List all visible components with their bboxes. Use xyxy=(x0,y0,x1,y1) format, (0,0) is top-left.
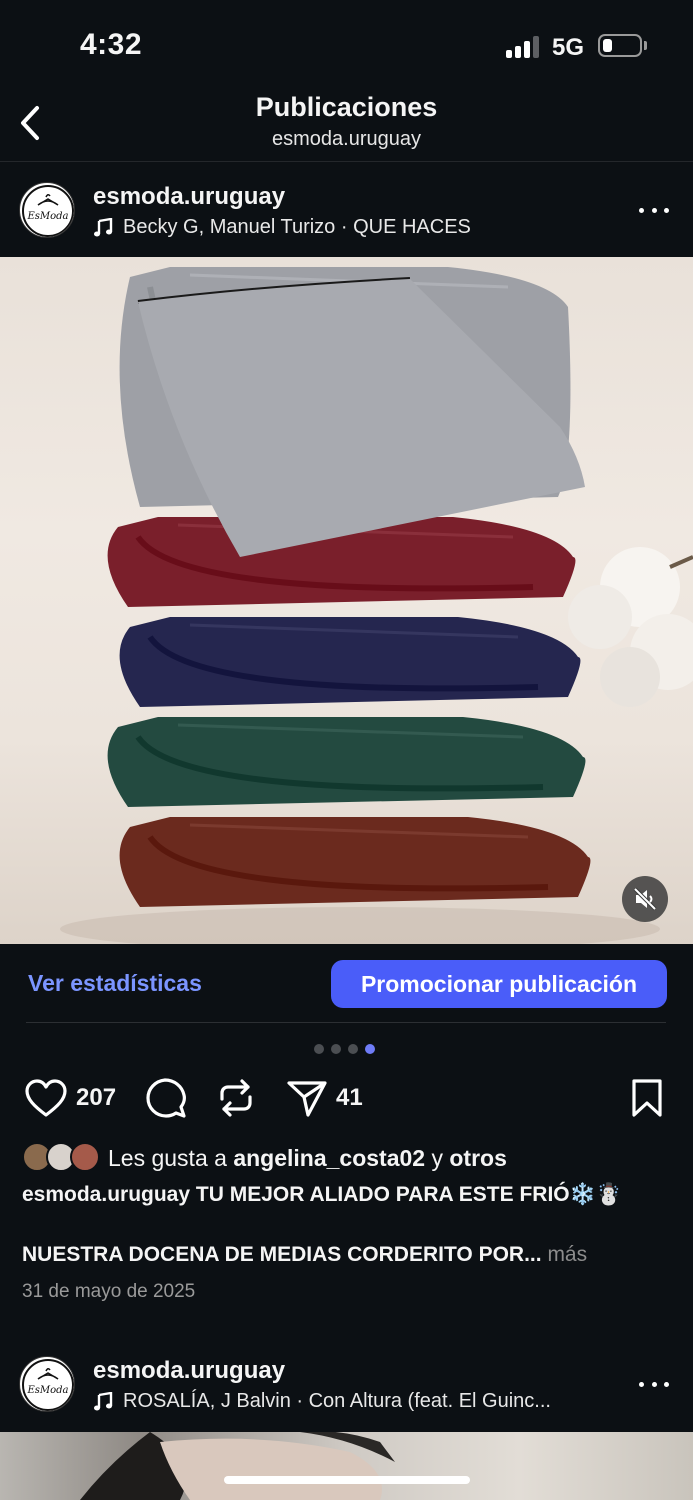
caption-username[interactable]: esmoda.uruguay xyxy=(22,1183,190,1206)
more-options-button[interactable] xyxy=(634,1372,674,1396)
repost-button[interactable] xyxy=(217,1075,255,1121)
avatar[interactable]: EsModa xyxy=(19,182,75,238)
post-username[interactable]: esmoda.uruguay xyxy=(93,183,285,211)
status-bar: 4:32 5G xyxy=(0,0,693,90)
caption: esmoda.uruguay TU MEJOR ALIADO PARA ESTE… xyxy=(22,1180,672,1210)
more-dots-icon xyxy=(639,207,644,213)
next-post-image xyxy=(80,1432,395,1500)
comment-button[interactable] xyxy=(145,1075,187,1121)
liked-by-line[interactable]: Les gusta a angelina_costa02 y otros xyxy=(22,1140,507,1176)
view-insights-link[interactable]: Ver estadísticas xyxy=(28,970,202,997)
signal-icon xyxy=(506,36,542,58)
bookmark-icon xyxy=(632,1079,662,1117)
share-icon xyxy=(287,1081,327,1117)
liked-by-user[interactable]: angelina_costa02 xyxy=(233,1145,425,1172)
post-media[interactable] xyxy=(0,257,693,944)
caption-more-link[interactable]: más xyxy=(542,1243,587,1266)
promote-post-button[interactable]: Promocionar publicación xyxy=(331,960,667,1008)
battery-icon xyxy=(598,34,642,57)
page-subtitle: esmoda.uruguay xyxy=(272,128,421,150)
caption-text: TU MEJOR ALIADO PARA ESTE FRIÓ❄️☃️ xyxy=(190,1183,622,1206)
liked-by-avatars xyxy=(22,1142,102,1174)
carousel-dot xyxy=(314,1044,324,1054)
page-title: Publicaciones xyxy=(255,92,438,122)
post-header: EsModa esmoda.uruguay Becky G, Manuel Tu… xyxy=(0,162,693,258)
likes-count: 207 xyxy=(76,1084,117,1111)
caption-text-2: NUESTRA DOCENA DE MEDIAS CORDERITO POR..… xyxy=(22,1243,542,1266)
next-post-header: EsModa esmoda.uruguay ROSALÍA, J Balvin … xyxy=(0,1336,693,1432)
esmoda-logo: EsModa xyxy=(22,185,74,237)
next-post-media[interactable] xyxy=(0,1432,693,1500)
next-post-audio[interactable]: ROSALÍA, J Balvin · Con Altura (feat. El… xyxy=(93,1390,551,1413)
post-date: 31 de mayo de 2025 xyxy=(22,1281,196,1302)
more-dots-icon xyxy=(639,1381,644,1387)
folded-legging-layer xyxy=(119,617,581,707)
music-note-icon xyxy=(94,1391,113,1410)
audio-label: ROSALÍA, J Balvin · Con Altura (feat. El… xyxy=(123,1390,551,1412)
carousel-indicator xyxy=(314,1044,375,1054)
shares-count: 41 xyxy=(336,1084,363,1111)
save-button[interactable] xyxy=(630,1075,664,1121)
network-label: 5G xyxy=(552,34,585,61)
carousel-dot-active xyxy=(365,1044,375,1054)
svg-text:EsModa: EsModa xyxy=(26,1385,68,1396)
like-button[interactable]: 207 xyxy=(24,1075,116,1121)
liked-by-prefix: Les gusta a xyxy=(108,1144,234,1171)
folded-legging-layer xyxy=(119,817,591,907)
heart-icon xyxy=(25,1079,67,1117)
svg-text:EsModa: EsModa xyxy=(26,211,68,222)
liked-by-and: y xyxy=(425,1144,450,1171)
mute-button[interactable] xyxy=(622,876,668,922)
caption-second-line: NUESTRA DOCENA DE MEDIAS CORDERITO POR..… xyxy=(22,1240,672,1270)
audio-label: Becky G, Manuel Turizo · QUE HACES xyxy=(123,216,471,238)
home-indicator[interactable] xyxy=(224,1476,470,1484)
carousel-dot xyxy=(331,1044,341,1054)
divider xyxy=(26,1022,666,1023)
share-button[interactable]: 41 xyxy=(286,1075,363,1121)
folded-legging-layer xyxy=(119,267,585,557)
more-options-button[interactable] xyxy=(634,198,674,222)
cotton-decoration xyxy=(568,547,693,707)
status-time: 4:32 xyxy=(80,28,143,61)
repost-icon xyxy=(220,1079,252,1117)
next-post-username[interactable]: esmoda.uruguay xyxy=(93,1357,285,1385)
top-header: Publicaciones esmoda.uruguay xyxy=(0,90,693,162)
product-image xyxy=(60,267,693,944)
folded-legging-layer xyxy=(107,717,586,807)
music-note-icon xyxy=(94,217,113,236)
esmoda-logo: EsModa xyxy=(22,1359,74,1411)
mute-icon xyxy=(633,887,657,911)
carousel-dot xyxy=(348,1044,358,1054)
liked-by-others[interactable]: otros xyxy=(449,1145,507,1172)
battery-cap xyxy=(644,41,647,50)
comment-icon xyxy=(146,1078,186,1118)
avatar[interactable]: EsModa xyxy=(19,1356,75,1412)
avatar xyxy=(70,1142,100,1172)
post-audio[interactable]: Becky G, Manuel Turizo · QUE HACES xyxy=(93,216,471,239)
